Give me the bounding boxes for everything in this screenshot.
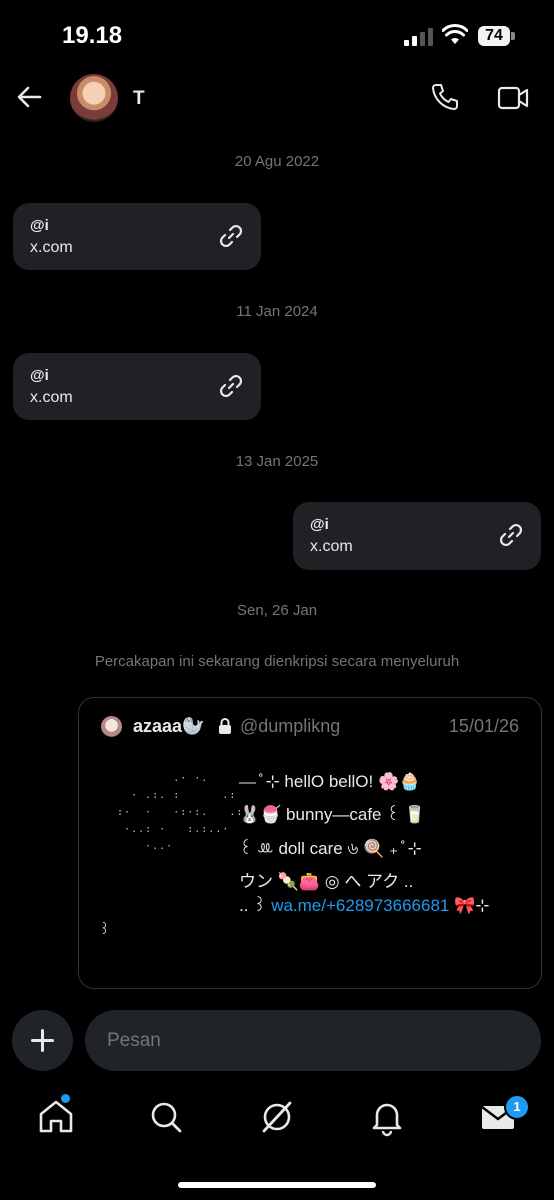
lock-icon	[219, 718, 231, 734]
link-icon[interactable]	[218, 373, 244, 399]
messages-badge: 1	[504, 1094, 530, 1120]
home-icon[interactable]	[36, 1097, 76, 1137]
status-time: 19.18	[62, 22, 123, 49]
message-domain: x.com	[310, 538, 353, 555]
message-bubble-sent[interactable]: @i x.com	[293, 502, 541, 570]
search-icon[interactable]	[146, 1097, 186, 1137]
quoted-post-card[interactable]: azaaa🦭 @dumplikng 15/01/26 .· ·. · .:. :…	[78, 697, 542, 989]
link-icon[interactable]	[218, 223, 244, 249]
battery-level: 74	[478, 26, 510, 46]
encryption-notice: Percakapan ini sekarang dienkripsi secar…	[94, 653, 460, 670]
post-date: 15/01/26	[448, 716, 519, 736]
link-icon[interactable]	[498, 522, 524, 548]
date-separator: Sen, 26 Jan	[236, 602, 318, 619]
message-bubble-received[interactable]: @i x.com	[13, 353, 261, 420]
message-bubble-received[interactable]: @i x.com	[13, 203, 261, 270]
message-handle: @i	[30, 217, 49, 234]
post-link-suffix: 🎀⊹	[454, 896, 490, 915]
post-author-name: azaaa🦭	[133, 716, 205, 736]
message-handle: @i	[30, 367, 49, 384]
home-notification-dot	[61, 1094, 70, 1103]
battery-tip	[511, 32, 515, 40]
grok-icon[interactable]	[257, 1097, 297, 1137]
message-handle: @i	[310, 516, 329, 533]
notifications-bell-icon[interactable]	[367, 1097, 407, 1137]
video-call-icon[interactable]	[497, 84, 529, 112]
wifi-icon	[442, 24, 468, 44]
back-arrow-icon[interactable]	[14, 82, 44, 112]
add-attachment-button[interactable]	[12, 1010, 73, 1071]
message-domain: x.com	[30, 389, 73, 406]
home-indicator	[178, 1182, 376, 1188]
post-author-avatar	[101, 716, 122, 737]
post-text-prefix: .. ꒱	[239, 896, 267, 915]
ascii-art-decoration: .· ·. · .:. : .: :· · ·:·:. .: ·..: · :.…	[117, 773, 244, 852]
contact-avatar[interactable]	[70, 74, 118, 122]
post-text-line: 🐰🍧 bunny—cafe ꒰ 🥛	[239, 805, 426, 824]
post-author-handle: @dumplikng	[240, 716, 341, 736]
cellular-signal-icon	[404, 28, 433, 46]
date-separator: 11 Jan 2024	[236, 303, 318, 320]
post-text-trailing: ꒱	[99, 921, 110, 937]
post-text-line: ⎯⎯ ̊ ⊹ hellO bellO! 🌸🧁	[239, 772, 421, 791]
date-separator: 20 Agu 2022	[234, 153, 320, 170]
date-separator: 13 Jan 2025	[235, 453, 319, 470]
whatsapp-link[interactable]: wa.me/+628973666681	[271, 896, 449, 915]
message-domain: x.com	[30, 239, 73, 256]
message-input[interactable]	[85, 1010, 541, 1071]
post-link-line: .. ꒱ wa.me/+628973666681 🎀⊹	[239, 894, 490, 916]
post-text-line: ウン 🍡👛 ◎ へ アク ..	[239, 872, 414, 891]
phone-call-icon[interactable]	[430, 82, 460, 112]
contact-name[interactable]: T	[133, 88, 145, 110]
post-text-line: ꒰ ꔛ doll care ৬ 🍭 ₊ ̊ ⊹	[239, 839, 422, 858]
